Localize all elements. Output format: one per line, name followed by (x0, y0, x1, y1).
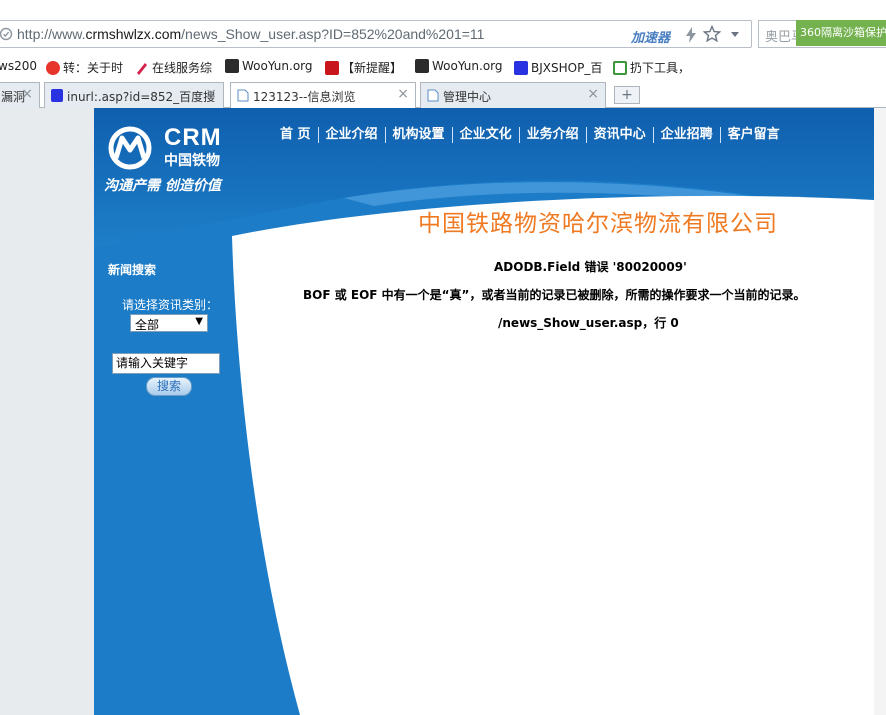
lightning-icon[interactable] (685, 27, 697, 43)
url-text[interactable]: http://www.crmshwlzx.com/news_Show_user.… (17, 26, 484, 42)
bookmark-label: WooYun.org (432, 59, 503, 73)
crm-logo-icon (108, 126, 152, 170)
category-value: 全部 (135, 318, 160, 332)
nav-home[interactable]: 首 页 (278, 127, 318, 143)
wooyun-icon (415, 59, 429, 73)
bookmark-item[interactable]: 扔下工具， (613, 59, 690, 76)
error-message: BOF 或 EOF 中有一个是“真”，或者当前的记录已被删除，所需的操作要求一个… (303, 288, 806, 302)
website: CRM 中国铁物 沟通产需 创造价值 首 页 企业介绍 机构设置 企业文化 业务… (94, 108, 874, 715)
logo-text: CRM (164, 124, 222, 151)
nav-jobs[interactable]: 企业招聘 (652, 127, 720, 143)
page-icon (427, 89, 439, 102)
nav-organization[interactable]: 机构设置 (384, 127, 452, 143)
error-location: /news_Show_user.asp，行 0 (498, 316, 679, 330)
bookmark-item[interactable]: 【新提醒】 (325, 59, 402, 76)
main-nav: 首 页 企业介绍 机构设置 企业文化 业务介绍 资讯中心 企业招聘 客户留言 (278, 127, 787, 143)
close-icon[interactable]: × (21, 86, 33, 102)
company-title: 中国铁路物资哈尔滨物流有限公司 (418, 211, 778, 237)
bookmark-label: 转：关于时 (63, 61, 124, 75)
bookmark-label: WooYun.org (242, 59, 313, 73)
nav-news[interactable]: 资讯中心 (585, 127, 653, 143)
chevron-down-icon[interactable] (731, 32, 739, 37)
address-bar[interactable]: http://www.crmshwlzx.com/news_Show_user.… (0, 20, 752, 48)
tab-item[interactable]: inurl:.asp?id=852_百度搜 × (44, 82, 224, 108)
accelerator-button[interactable]: 加速器 (631, 27, 670, 46)
bookmark-item[interactable]: 转：关于时 (46, 59, 123, 76)
nav-culture[interactable]: 企业文化 (451, 127, 519, 143)
nav-business[interactable]: 业务介绍 (518, 127, 586, 143)
bookmark-item[interactable]: ws200 (0, 59, 37, 73)
sidebar-title: 新闻搜索 (108, 263, 157, 277)
search-button[interactable]: 搜索 (146, 377, 192, 396)
tab-item-active[interactable]: 123123--信息浏览 × (230, 82, 416, 109)
address-bar-row: http://www.crmshwlzx.com/news_Show_user.… (0, 20, 886, 50)
nav-feedback[interactable]: 客户留言 (719, 127, 787, 143)
bookmark-label: 【新提醒】 (342, 61, 403, 75)
site-check-icon (0, 27, 13, 41)
close-icon[interactable]: × (205, 86, 217, 102)
tab-strip: 漏洞 × inurl:.asp?id=852_百度搜 × 123123--信息浏… (0, 82, 886, 109)
tab-label: inurl:.asp?id=852_百度搜 (67, 90, 216, 104)
bookmark-item[interactable]: 在线服务综 (135, 59, 212, 76)
sandbox-badge[interactable]: 360隔离沙箱保护 (796, 20, 886, 46)
keyword-input[interactable]: 请输入关键字 (112, 353, 220, 374)
bookmark-label: 在线服务综 (152, 61, 213, 75)
sina-icon (46, 60, 60, 75)
tab-item[interactable]: 管理中心 × (420, 82, 606, 108)
header-background (94, 108, 874, 715)
dropdown-arrow-icon: ▼ (195, 316, 203, 327)
wooyun-icon (225, 59, 239, 73)
close-icon[interactable]: × (397, 86, 409, 102)
paw-icon (514, 60, 528, 75)
page-margin (874, 108, 886, 715)
h-icon (325, 60, 339, 75)
logo-subtext: 中国铁物 (164, 153, 220, 169)
close-icon[interactable]: × (587, 86, 599, 102)
page-margin (0, 108, 94, 715)
paw-icon (51, 89, 63, 102)
bookmark-label: ws200 (0, 59, 37, 73)
tab-label: 管理中心 (443, 90, 492, 104)
tab-label: 123123--信息浏览 (253, 90, 356, 104)
tab-item[interactable]: 漏洞 × (0, 82, 40, 108)
new-tab-button[interactable]: + (614, 86, 640, 104)
bookmark-item[interactable]: WooYun.org (415, 59, 503, 73)
error-title: ADODB.Field 错误 '80020009' (494, 260, 687, 274)
page-icon (237, 89, 249, 102)
star-icon[interactable] (703, 25, 721, 43)
tool-icon (613, 60, 627, 75)
bookmark-label: BJXSHOP_百 (531, 61, 603, 75)
bookmark-item[interactable]: WooYun.org (225, 59, 313, 73)
nav-about[interactable]: 企业介绍 (317, 127, 385, 143)
slogan: 沟通产需 创造价值 (104, 178, 221, 194)
bookmark-item[interactable]: BJXSHOP_百 (514, 59, 602, 76)
pen-icon (137, 62, 147, 75)
category-select[interactable]: 全部 ▼ (130, 314, 208, 332)
bookmark-label: 扔下工具， (630, 61, 691, 75)
category-label: 请选择资讯类别： (122, 298, 219, 312)
bookmarks-bar: ws200 转：关于时 在线服务综 WooYun.org 【新提醒】 WooYu… (0, 56, 886, 78)
